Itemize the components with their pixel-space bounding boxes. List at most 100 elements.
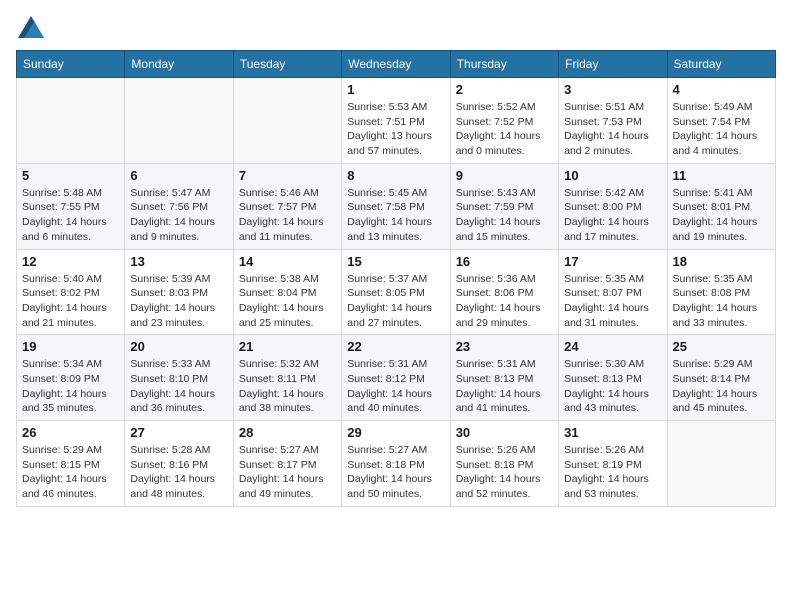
day-number: 11 <box>673 168 770 183</box>
day-info: Sunrise: 5:46 AMSunset: 7:57 PMDaylight:… <box>239 186 336 245</box>
day-number: 31 <box>564 425 661 440</box>
calendar-table: SundayMondayTuesdayWednesdayThursdayFrid… <box>16 50 776 507</box>
calendar-cell <box>667 421 775 507</box>
day-info: Sunrise: 5:49 AMSunset: 7:54 PMDaylight:… <box>673 100 770 159</box>
calendar-cell: 31 Sunrise: 5:26 AMSunset: 8:19 PMDayligh… <box>559 421 667 507</box>
calendar-cell: 20 Sunrise: 5:33 AMSunset: 8:10 PMDayligh… <box>125 335 233 421</box>
calendar-cell: 29 Sunrise: 5:27 AMSunset: 8:18 PMDayligh… <box>342 421 450 507</box>
day-info: Sunrise: 5:30 AMSunset: 8:13 PMDaylight:… <box>564 357 661 416</box>
calendar-week-row: 5 Sunrise: 5:48 AMSunset: 7:55 PMDaylight… <box>17 163 776 249</box>
calendar-cell: 15 Sunrise: 5:37 AMSunset: 8:05 PMDayligh… <box>342 249 450 335</box>
day-number: 24 <box>564 339 661 354</box>
calendar-cell: 2Sunrise: 5:52 AMSunset: 7:52 PMDaylight… <box>450 78 558 164</box>
weekday-header: Wednesday <box>342 51 450 78</box>
calendar-cell: 21Sunrise: 5:32 AMSunset: 8:11 PMDayligh… <box>233 335 341 421</box>
calendar-cell: 7 Sunrise: 5:46 AMSunset: 7:57 PMDaylight… <box>233 163 341 249</box>
logo-icon <box>18 16 44 38</box>
day-number: 30 <box>456 425 553 440</box>
calendar-cell <box>233 78 341 164</box>
day-number: 5 <box>22 168 119 183</box>
calendar-cell: 24 Sunrise: 5:30 AMSunset: 8:13 PMDayligh… <box>559 335 667 421</box>
day-number: 8 <box>347 168 444 183</box>
day-number: 15 <box>347 254 444 269</box>
day-info: Sunrise: 5:39 AMSunset: 8:03 PMDaylight:… <box>130 272 227 331</box>
day-info: Sunrise: 5:37 AMSunset: 8:05 PMDaylight:… <box>347 272 444 331</box>
day-number: 17 <box>564 254 661 269</box>
day-info: Sunrise: 5:40 AMSunset: 8:02 PMDaylight:… <box>22 272 119 331</box>
day-number: 13 <box>130 254 227 269</box>
day-info: Sunrise: 5:32 AMSunset: 8:11 PMDaylight:… <box>239 357 336 416</box>
day-number: 23 <box>456 339 553 354</box>
calendar-cell: 17 Sunrise: 5:35 AMSunset: 8:07 PMDayligh… <box>559 249 667 335</box>
day-info: Sunrise: 5:42 AMSunset: 8:00 PMDaylight:… <box>564 186 661 245</box>
calendar-cell: 4 Sunrise: 5:49 AMSunset: 7:54 PMDaylight… <box>667 78 775 164</box>
day-number: 14 <box>239 254 336 269</box>
weekday-header: Monday <box>125 51 233 78</box>
day-info: Sunrise: 5:27 AMSunset: 8:17 PMDaylight:… <box>239 443 336 502</box>
day-number: 3 <box>564 82 661 97</box>
page-header <box>16 16 776 38</box>
calendar-cell: 5 Sunrise: 5:48 AMSunset: 7:55 PMDaylight… <box>17 163 125 249</box>
calendar-cell: 13 Sunrise: 5:39 AMSunset: 8:03 PMDayligh… <box>125 249 233 335</box>
day-number: 19 <box>22 339 119 354</box>
day-info: Sunrise: 5:26 AMSunset: 8:18 PMDaylight:… <box>456 443 553 502</box>
calendar-week-row: 19Sunrise: 5:34 AMSunset: 8:09 PMDayligh… <box>17 335 776 421</box>
day-number: 22 <box>347 339 444 354</box>
calendar-cell: 22Sunrise: 5:31 AMSunset: 8:12 PMDayligh… <box>342 335 450 421</box>
day-number: 9 <box>456 168 553 183</box>
calendar-cell: 26Sunrise: 5:29 AMSunset: 8:15 PMDayligh… <box>17 421 125 507</box>
calendar-week-row: 26Sunrise: 5:29 AMSunset: 8:15 PMDayligh… <box>17 421 776 507</box>
weekday-header: Sunday <box>17 51 125 78</box>
day-number: 29 <box>347 425 444 440</box>
calendar-week-row: 12 Sunrise: 5:40 AMSunset: 8:02 PMDayligh… <box>17 249 776 335</box>
calendar-cell: 28Sunrise: 5:27 AMSunset: 8:17 PMDayligh… <box>233 421 341 507</box>
day-info: Sunrise: 5:28 AMSunset: 8:16 PMDaylight:… <box>130 443 227 502</box>
calendar-cell <box>17 78 125 164</box>
calendar-cell: 8 Sunrise: 5:45 AMSunset: 7:58 PMDaylight… <box>342 163 450 249</box>
day-number: 6 <box>130 168 227 183</box>
day-info: Sunrise: 5:26 AMSunset: 8:19 PMDaylight:… <box>564 443 661 502</box>
day-number: 18 <box>673 254 770 269</box>
calendar-cell: 3Sunrise: 5:51 AMSunset: 7:53 PMDaylight… <box>559 78 667 164</box>
day-info: Sunrise: 5:35 AMSunset: 8:08 PMDaylight:… <box>673 272 770 331</box>
day-info: Sunrise: 5:43 AMSunset: 7:59 PMDaylight:… <box>456 186 553 245</box>
day-number: 10 <box>564 168 661 183</box>
calendar-cell: 18 Sunrise: 5:35 AMSunset: 8:08 PMDayligh… <box>667 249 775 335</box>
calendar-cell: 11 Sunrise: 5:41 AMSunset: 8:01 PMDayligh… <box>667 163 775 249</box>
day-number: 1 <box>347 82 444 97</box>
day-info: Sunrise: 5:47 AMSunset: 7:56 PMDaylight:… <box>130 186 227 245</box>
day-number: 27 <box>130 425 227 440</box>
day-info: Sunrise: 5:53 AMSunset: 7:51 PMDaylight:… <box>347 100 444 159</box>
day-info: Sunrise: 5:29 AMSunset: 8:15 PMDaylight:… <box>22 443 119 502</box>
day-info: Sunrise: 5:27 AMSunset: 8:18 PMDaylight:… <box>347 443 444 502</box>
day-number: 4 <box>673 82 770 97</box>
calendar-cell: 1 Sunrise: 5:53 AMSunset: 7:51 PMDaylight… <box>342 78 450 164</box>
day-info: Sunrise: 5:41 AMSunset: 8:01 PMDaylight:… <box>673 186 770 245</box>
calendar-cell: 16Sunrise: 5:36 AMSunset: 8:06 PMDayligh… <box>450 249 558 335</box>
day-info: Sunrise: 5:45 AMSunset: 7:58 PMDaylight:… <box>347 186 444 245</box>
calendar-cell <box>125 78 233 164</box>
day-number: 20 <box>130 339 227 354</box>
calendar-cell: 12 Sunrise: 5:40 AMSunset: 8:02 PMDayligh… <box>17 249 125 335</box>
calendar-header-row: SundayMondayTuesdayWednesdayThursdayFrid… <box>17 51 776 78</box>
weekday-header: Tuesday <box>233 51 341 78</box>
calendar-cell: 6 Sunrise: 5:47 AMSunset: 7:56 PMDaylight… <box>125 163 233 249</box>
day-info: Sunrise: 5:35 AMSunset: 8:07 PMDaylight:… <box>564 272 661 331</box>
calendar-cell: 30 Sunrise: 5:26 AMSunset: 8:18 PMDayligh… <box>450 421 558 507</box>
day-info: Sunrise: 5:36 AMSunset: 8:06 PMDaylight:… <box>456 272 553 331</box>
calendar-cell: 19Sunrise: 5:34 AMSunset: 8:09 PMDayligh… <box>17 335 125 421</box>
weekday-header: Thursday <box>450 51 558 78</box>
day-number: 7 <box>239 168 336 183</box>
day-info: Sunrise: 5:48 AMSunset: 7:55 PMDaylight:… <box>22 186 119 245</box>
calendar-cell: 14Sunrise: 5:38 AMSunset: 8:04 PMDayligh… <box>233 249 341 335</box>
calendar-week-row: 1 Sunrise: 5:53 AMSunset: 7:51 PMDaylight… <box>17 78 776 164</box>
calendar-cell: 10 Sunrise: 5:42 AMSunset: 8:00 PMDayligh… <box>559 163 667 249</box>
day-number: 12 <box>22 254 119 269</box>
day-info: Sunrise: 5:33 AMSunset: 8:10 PMDaylight:… <box>130 357 227 416</box>
calendar-cell: 25 Sunrise: 5:29 AMSunset: 8:14 PMDayligh… <box>667 335 775 421</box>
day-info: Sunrise: 5:29 AMSunset: 8:14 PMDaylight:… <box>673 357 770 416</box>
calendar-cell: 9 Sunrise: 5:43 AMSunset: 7:59 PMDaylight… <box>450 163 558 249</box>
calendar-cell: 23Sunrise: 5:31 AMSunset: 8:13 PMDayligh… <box>450 335 558 421</box>
weekday-header: Friday <box>559 51 667 78</box>
day-number: 25 <box>673 339 770 354</box>
